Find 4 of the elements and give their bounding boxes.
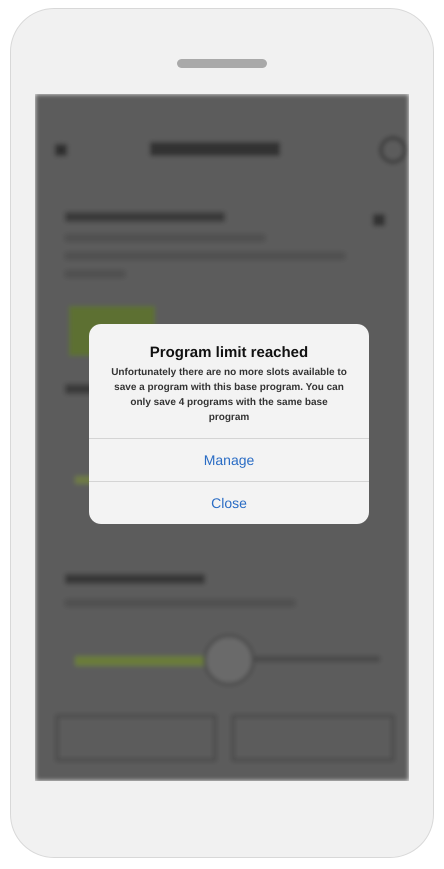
dialog-button[interactable]: Close: [89, 481, 369, 524]
dialog-button[interactable]: Manage: [89, 438, 369, 481]
dialog-title: Program limit reached: [148, 344, 310, 361]
dialog-message: Unfortunately there are no more slots available to save a program with this base program. You can only save 4 programs with the same base program: [110, 366, 348, 425]
